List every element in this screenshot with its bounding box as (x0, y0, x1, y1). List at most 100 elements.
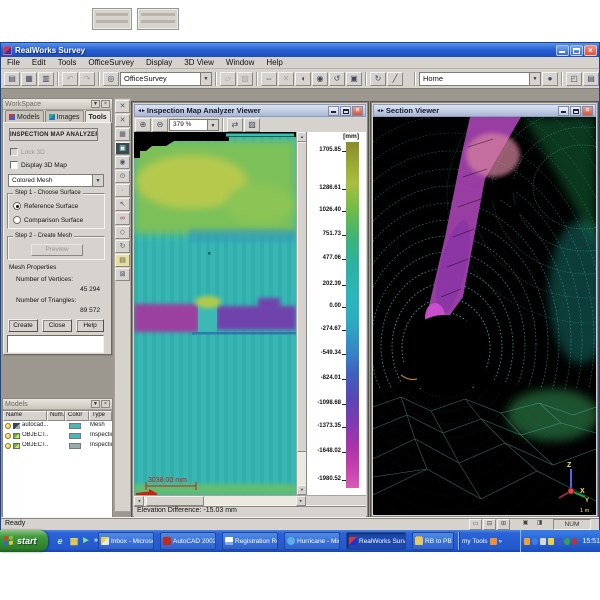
cascade-icon[interactable]: ▤ (583, 72, 599, 86)
user-icon[interactable]: ● (542, 72, 558, 86)
close-icon[interactable]: × (101, 100, 110, 108)
lock-icon[interactable]: ⊠ (115, 268, 130, 281)
close-icon[interactable]: × (101, 400, 110, 408)
models-titlebar[interactable]: Models ▼ × (3, 399, 112, 410)
col-type[interactable]: Type (89, 411, 112, 421)
rotate-icon[interactable]: ↻ (115, 240, 130, 253)
link-icon[interactable]: ⇔ (261, 72, 277, 86)
open-icon[interactable]: ▤ (4, 72, 20, 86)
overflow-chevron-icon[interactable]: » (499, 538, 503, 545)
display-3d-checkbox[interactable] (10, 161, 18, 169)
create-button[interactable]: Create (8, 319, 38, 332)
target-icon[interactable]: ◎ (103, 72, 119, 86)
layout-grid-icon[interactable]: ⊞ (497, 519, 510, 530)
tray-icon[interactable] (564, 538, 570, 545)
lock-3d-checkbox[interactable] (10, 148, 18, 156)
section-viewer-titlebar[interactable]: ◄► Section Viewer × (373, 104, 596, 117)
rotate-icon[interactable]: ↺ (329, 72, 345, 86)
workspace-titlebar[interactable]: WorkSpace ▼ × (3, 99, 112, 110)
glasses-icon[interactable]: ∞ (115, 212, 130, 225)
menu-display[interactable]: Display (140, 58, 178, 67)
examine-icon[interactable]: ◉ (312, 72, 328, 86)
quicklaunch-icon[interactable]: ▦ (68, 535, 80, 547)
tray-icon[interactable] (556, 538, 562, 545)
maximize-button[interactable] (570, 45, 583, 56)
target-icon[interactable]: ⊙ (115, 170, 130, 183)
table-row[interactable]: autocad... Mesh (3, 421, 112, 431)
tab-models[interactable]: Models (5, 110, 44, 122)
edit-icon[interactable]: ╱ (387, 72, 403, 86)
task-folder[interactable]: RB to PB (412, 532, 454, 550)
zoom-combo[interactable]: 379 % ▼ (169, 119, 219, 131)
preview-button[interactable]: Preview (31, 244, 83, 256)
save-icon[interactable]: ▦ (21, 72, 37, 86)
col-color[interactable]: Color (65, 411, 89, 421)
tray-icon[interactable] (540, 538, 546, 545)
my-tools-toolbar[interactable]: my Tools » (462, 530, 502, 552)
new-window-icon[interactable]: ◰ (566, 72, 582, 86)
menu-tools[interactable]: Tools (52, 58, 83, 67)
close-button[interactable]: Close (42, 319, 72, 332)
mesh-type-combo[interactable]: Colored Mesh ▼ (8, 174, 104, 187)
task-autocad[interactable]: AutoCAD 2002 (160, 532, 216, 550)
cut-plane-icon[interactable]: ✕ (115, 100, 130, 113)
chevron-down-icon[interactable]: ▼ (529, 73, 540, 85)
tray-icon[interactable] (572, 538, 578, 545)
sync-icon[interactable]: ▣ (519, 519, 532, 530)
section-3d-canvas[interactable]: Z X Y 1 m (373, 117, 596, 515)
view-mode-icon[interactable]: ◨ (533, 519, 546, 530)
sample-icon[interactable]: ▨ (237, 72, 253, 86)
menu-3dview[interactable]: 3D View (178, 58, 220, 67)
map-hscrollbar[interactable]: ◄ ► (134, 495, 306, 505)
pick-icon[interactable]: ↖ (115, 198, 130, 211)
minimize-button[interactable] (328, 106, 339, 116)
task-registration[interactable]: Registration Rep... (222, 532, 278, 550)
view-combo[interactable]: Home ▼ (419, 72, 541, 86)
tab-tools[interactable]: Tools (85, 110, 111, 122)
map-vscrollbar[interactable]: ▲ ▼ (296, 132, 306, 495)
chevron-down-icon[interactable]: ▼ (92, 175, 103, 186)
examiner-icon[interactable]: ◉ (115, 156, 130, 169)
tab-images[interactable]: Images (45, 110, 84, 122)
grid-icon[interactable]: ▨ (244, 118, 260, 132)
comparison-radio[interactable] (13, 216, 21, 224)
title-bar[interactable]: RealWorks Survey × (1, 43, 599, 57)
refresh-icon[interactable]: ↻ (370, 72, 386, 86)
delete-icon[interactable]: ✕ (278, 72, 294, 86)
menu-edit[interactable]: Edit (26, 58, 52, 67)
fit-icon[interactable]: ⇄ (227, 118, 243, 132)
palette-icon[interactable]: ▤ (115, 254, 130, 267)
tray-icon[interactable] (524, 538, 530, 545)
hscroll-thumb[interactable] (146, 496, 204, 506)
task-inbox[interactable]: Inbox - Microsof... (98, 532, 154, 550)
maximize-button[interactable] (340, 106, 351, 116)
maximize-button[interactable] (570, 106, 581, 116)
internet-explorer-icon[interactable]: e (54, 535, 66, 547)
tray-icon[interactable] (532, 538, 538, 545)
layout-split-h-icon[interactable]: ⊟ (483, 519, 496, 530)
chevron-down-icon[interactable]: ▼ (207, 120, 218, 130)
chevron-down-icon[interactable]: ▼ (200, 73, 211, 85)
col-num[interactable]: Num... (47, 411, 65, 421)
menu-officesurvey[interactable]: OfficeSurvey (82, 58, 140, 67)
workflow-combo[interactable]: OfficeSurvey ▼ (120, 72, 212, 86)
print-icon[interactable]: ▥ (38, 72, 54, 86)
help-button[interactable]: Help (76, 319, 104, 332)
scroll-right-icon[interactable]: ► (296, 496, 306, 506)
delete-icon[interactable]: ✕ (115, 114, 130, 127)
scroll-left-icon[interactable]: ◄ (134, 496, 144, 506)
sampling-icon[interactable]: ▣ (115, 142, 130, 155)
col-name[interactable]: Name (3, 411, 47, 421)
close-button[interactable]: × (352, 106, 363, 116)
close-button[interactable]: × (584, 45, 597, 56)
menu-help[interactable]: Help (260, 58, 288, 67)
pin-icon[interactable]: ▼ (91, 100, 100, 108)
task-realworks[interactable]: RealWorks Survey (346, 532, 406, 550)
layout-single-icon[interactable]: ▭ (469, 519, 482, 530)
map-viewer-titlebar[interactable]: ◄► Inspection Map Analyzer Viewer × (134, 104, 366, 117)
heatmap-canvas[interactable]: 3038.00 mm (134, 132, 296, 495)
render-icon[interactable]: ▣ (346, 72, 362, 86)
visibility-bulb-icon[interactable] (5, 423, 11, 429)
menu-window[interactable]: Window (220, 58, 260, 67)
orbit-icon[interactable]: ◇ (115, 226, 130, 239)
